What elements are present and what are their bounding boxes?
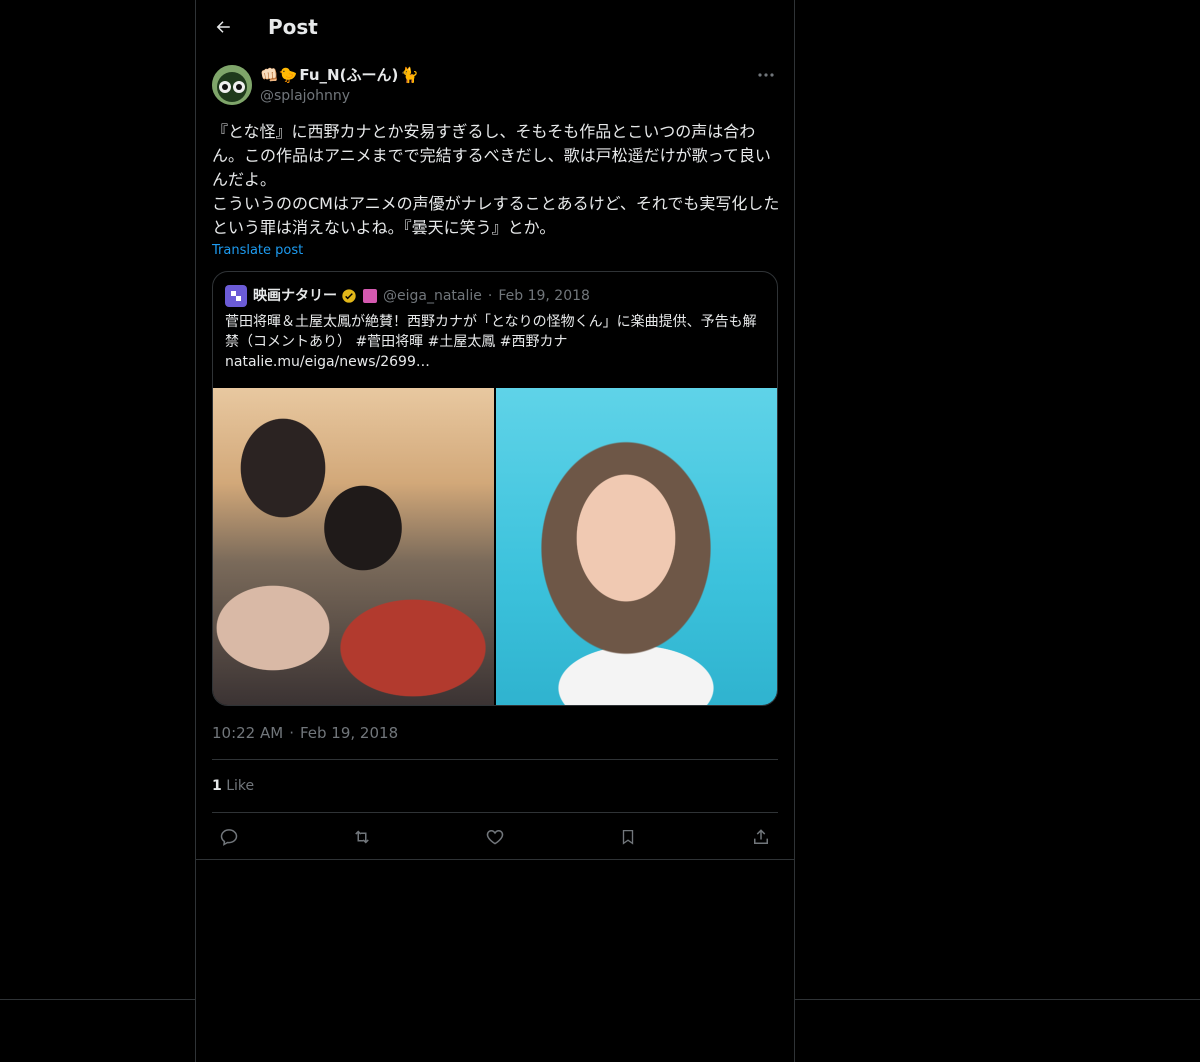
stats-bottom-divider — [212, 812, 778, 813]
author-name-prefix-emoji: 👊🏻🐤 — [260, 66, 298, 84]
post-bottom-divider — [196, 859, 794, 860]
back-arrow-icon — [216, 21, 230, 33]
quoted-post-link[interactable]: natalie.mu/eiga/news/2699… — [225, 352, 430, 372]
quoted-post-text: 菅田将暉＆土屋太鳳が絶賛！西野カナが「となりの怪物くん」に楽曲提供、予告も解禁（… — [225, 314, 757, 350]
quoted-author-avatar — [225, 285, 247, 307]
reply-button[interactable] — [212, 820, 246, 854]
translate-post-link[interactable]: Translate post — [212, 241, 303, 261]
post-action-bar — [212, 820, 778, 854]
author-display-name[interactable]: 👊🏻🐤 Fu_N(ふーん) 🐈 — [260, 64, 419, 86]
like-button[interactable] — [478, 820, 512, 854]
post-detail-column: Post 👊🏻🐤 Fu_N(ふーん) 🐈 @splajohnny 『とな怪』に西… — [196, 0, 794, 860]
share-icon — [754, 829, 768, 844]
timestamp-separator: · — [289, 724, 294, 742]
bookmark-button[interactable] — [611, 820, 645, 854]
quoted-author-handle: @eiga_natalie — [383, 288, 482, 304]
affiliate-badge-icon — [363, 289, 377, 303]
post-timestamp[interactable]: 10:22 AM · Feb 19, 2018 — [212, 723, 398, 743]
author-name-suffix-emoji: 🐈 — [400, 66, 419, 84]
post-date: Feb 19, 2018 — [299, 724, 399, 742]
verified-badge-icon — [342, 289, 356, 303]
more-icon — [758, 73, 774, 77]
quoted-post-card[interactable]: 映画ナタリー @eiga_natalie · Feb 19, 2018 菅田将暉… — [212, 271, 778, 706]
share-button[interactable] — [744, 820, 778, 854]
bottom-right-divider — [795, 999, 1200, 1000]
back-button[interactable] — [210, 12, 236, 42]
author-name-text: Fu_N(ふーん) — [299, 66, 399, 84]
likes-label: Like — [226, 778, 255, 794]
more-button[interactable] — [752, 64, 780, 86]
bookmark-icon — [622, 829, 634, 845]
page-title: Post — [268, 15, 318, 39]
stats-top-divider — [212, 759, 778, 760]
quoted-post-header: 映画ナタリー @eiga_natalie · Feb 19, 2018 — [225, 284, 590, 308]
page-header: Post — [196, 0, 794, 54]
quoted-media-grid — [213, 388, 777, 705]
likes-count: 1 — [212, 778, 222, 794]
repost-button[interactable] — [345, 820, 379, 854]
likes-stat[interactable]: 1 Like — [212, 776, 254, 796]
post-text: 『とな怪』に西野カナとか安易すぎるし、そもそも作品とこいつの声は合わん。この作品… — [212, 122, 780, 237]
bottom-left-divider — [0, 999, 196, 1000]
author-avatar[interactable] — [212, 65, 252, 105]
post-time: 10:22 AM — [212, 724, 284, 742]
quoted-author-name: 映画ナタリー — [253, 288, 337, 304]
repost-icon — [355, 830, 369, 844]
right-column-border — [794, 0, 795, 1062]
quoted-image-2[interactable] — [496, 388, 777, 705]
reply-icon — [220, 829, 238, 846]
author-handle[interactable]: @splajohnny — [260, 86, 350, 106]
quoted-date: Feb 19, 2018 — [498, 288, 590, 304]
quoted-dot-separator: · — [487, 288, 493, 304]
quoted-image-1[interactable] — [213, 388, 494, 705]
heart-icon — [486, 829, 504, 845]
